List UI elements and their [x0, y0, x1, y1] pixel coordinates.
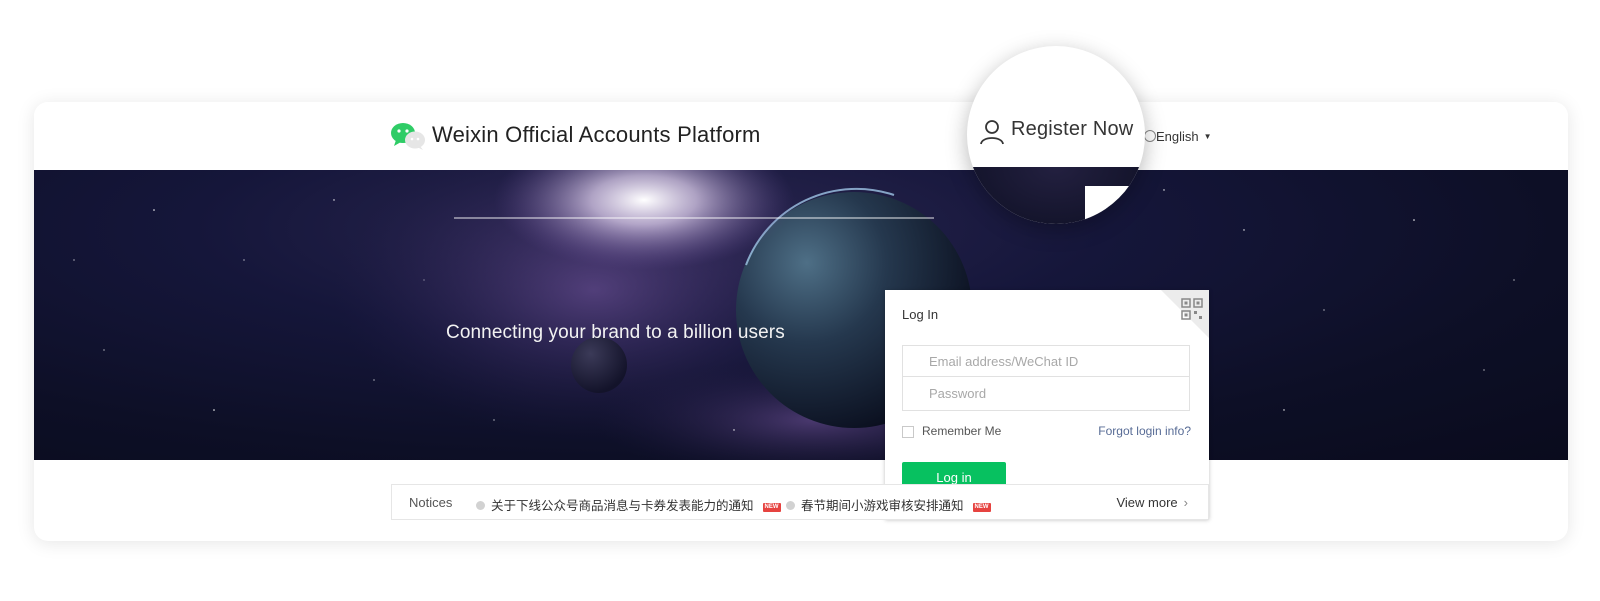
view-more-link[interactable]: View more › [1116, 495, 1188, 510]
bullet-dot-icon [476, 501, 485, 510]
hero-tagline: Connecting your brand to a billion users [446, 322, 785, 343]
register-now-link[interactable]: Register Now [1011, 118, 1133, 141]
qr-code-icon[interactable] [1181, 298, 1203, 320]
notices-label: Notices [409, 495, 453, 510]
login-page-card: Weixin Official Accounts Platform Englis… [34, 102, 1568, 541]
remember-me-checkbox[interactable] [902, 426, 914, 438]
globe-icon [1144, 130, 1156, 142]
top-header: Weixin Official Accounts Platform Englis… [34, 102, 1568, 170]
bullet-dot-icon [786, 501, 795, 510]
chevron-right-icon: › [1183, 495, 1188, 510]
language-label: English [1156, 129, 1199, 144]
notice-text: 关于下线公众号商品消息与卡券发表能力的通知 [491, 499, 754, 513]
brand-title: Weixin Official Accounts Platform [432, 122, 761, 147]
hero-banner: Connecting your brand to a billion users [34, 170, 1568, 460]
new-badge: NEW [972, 503, 991, 512]
remember-me-label[interactable]: Remember Me [922, 424, 1001, 438]
wechat-logo-icon [391, 123, 425, 150]
forgot-login-link[interactable]: Forgot login info? [1098, 424, 1191, 438]
email-field[interactable] [902, 345, 1190, 377]
language-selector[interactable]: English ▼ [1156, 129, 1212, 144]
magnified-login-panel [1085, 186, 1145, 224]
space-background [73, 170, 1515, 460]
new-badge: NEW [762, 503, 781, 512]
user-icon [980, 120, 1004, 145]
caret-down-icon: ▼ [1203, 132, 1212, 141]
password-field[interactable] [902, 377, 1190, 411]
register-magnifier-callout: Register Now [967, 46, 1145, 224]
notice-item[interactable]: 关于下线公众号商品消息与卡券发表能力的通知 NEW [476, 495, 781, 514]
notices-bar: Notices 关于下线公众号商品消息与卡券发表能力的通知 NEW 春节期间小游戏… [391, 484, 1209, 520]
login-title: Log In [902, 307, 939, 322]
notice-item[interactable]: 春节期间小游戏审核安排通知 NEW [786, 495, 991, 514]
view-more-label: View more [1116, 495, 1178, 510]
notice-text: 春节期间小游戏审核安排通知 [801, 499, 964, 513]
